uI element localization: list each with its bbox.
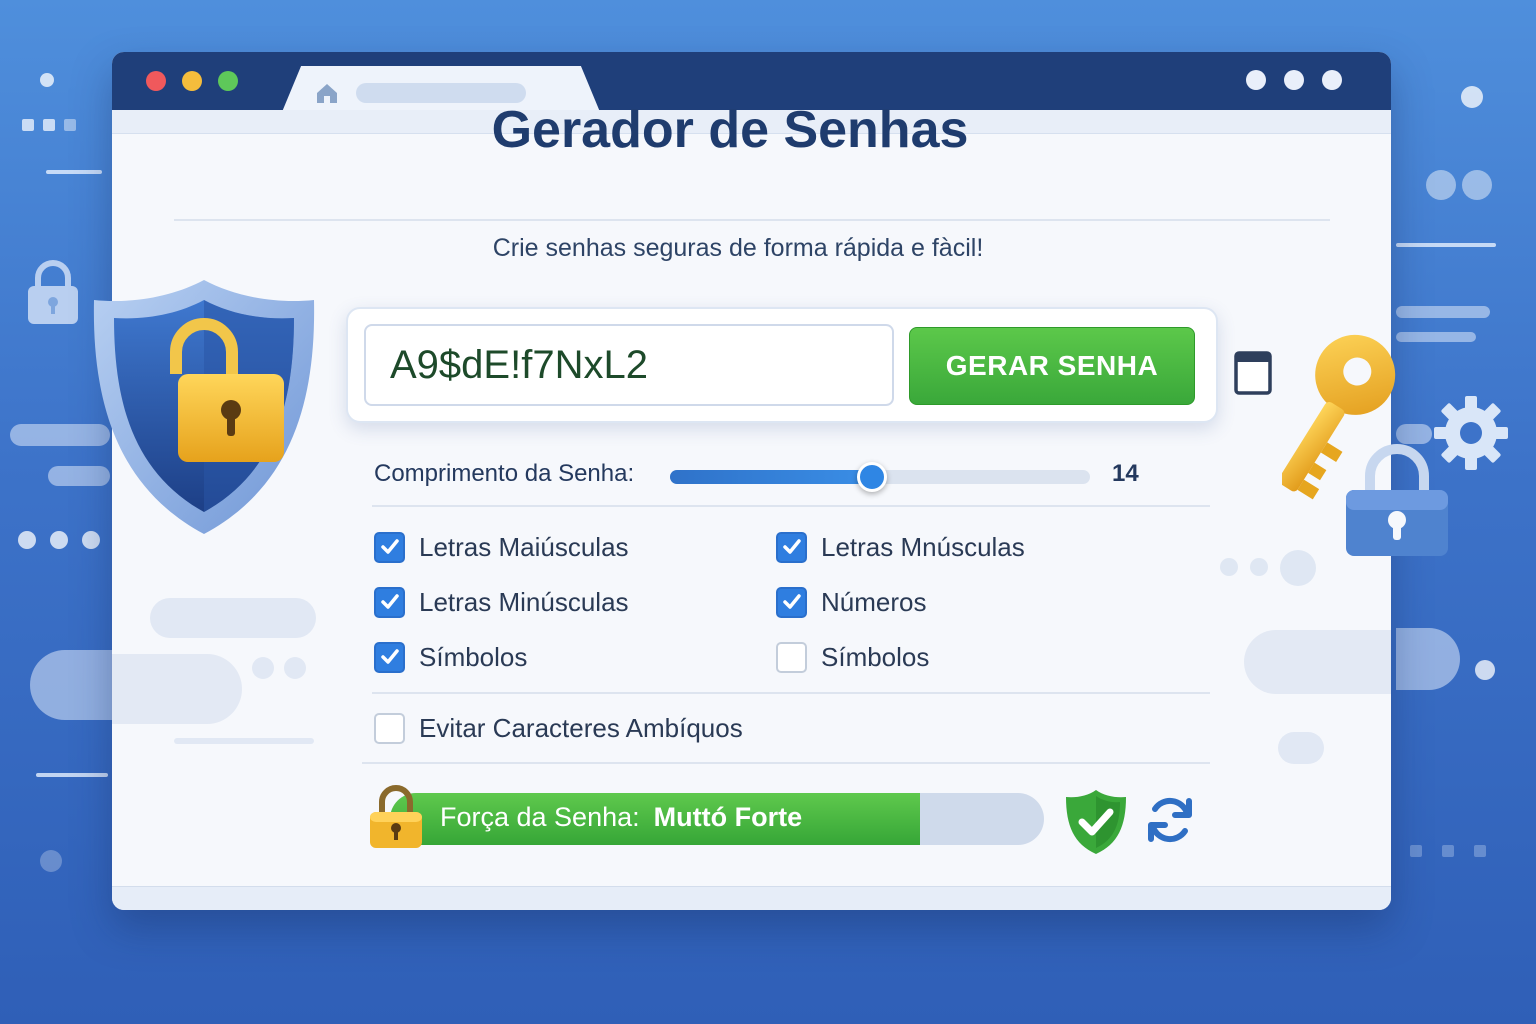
option-lowercase[interactable]: Letras Minúsculas <box>374 586 629 618</box>
avoid-ambiguous-checkbox[interactable] <box>374 712 405 744</box>
length-slider-fill <box>670 470 872 484</box>
decor-dot <box>1220 558 1238 576</box>
option-checkbox[interactable] <box>776 531 807 563</box>
length-slider-thumb[interactable] <box>856 462 887 492</box>
maximize-window-button[interactable] <box>218 71 238 91</box>
avoid-ambiguous-label: Evitar Caracteres Ambíquos <box>419 712 743 743</box>
shield-lock-icon <box>93 280 315 534</box>
padlock-icon <box>1346 444 1448 556</box>
decor-pill <box>174 738 314 744</box>
page-title: Gerador de Senhas <box>491 101 969 159</box>
section-divider <box>372 505 1210 507</box>
option-label: Letras Maiúsculas <box>419 531 629 562</box>
bg-pill <box>1396 332 1476 342</box>
option-uppercase[interactable]: Letras Maiúsculas <box>374 531 629 563</box>
decor-pill <box>150 598 316 638</box>
bg-dot <box>40 73 54 87</box>
bg-dot <box>50 531 68 549</box>
bg-dash <box>46 170 102 174</box>
decor-pill <box>1278 732 1324 764</box>
page-subtitle: Crie senhas seguras de forma rápida e fà… <box>492 234 984 262</box>
copy-icon[interactable] <box>1233 350 1273 396</box>
refresh-icon[interactable] <box>1143 793 1197 847</box>
option-checkbox[interactable] <box>776 586 807 618</box>
bg-pill <box>30 650 112 720</box>
bg-dot <box>18 531 36 549</box>
option-numbers[interactable]: Números <box>776 586 926 618</box>
menu-dot[interactable] <box>1246 70 1266 90</box>
bg-dot <box>1475 660 1495 680</box>
length-label: Comprimento da Senha: <box>374 460 635 487</box>
lock-icon <box>28 260 78 324</box>
option-label: Letras Mnúsculas <box>821 531 1025 562</box>
decor-dot <box>252 657 274 679</box>
decor-pill <box>112 654 242 724</box>
section-divider <box>362 762 1210 764</box>
option-label: Números <box>821 586 927 617</box>
bg-square <box>22 119 34 131</box>
bg-dot <box>1426 170 1456 200</box>
option-symbols[interactable]: Símbolos <box>374 641 527 673</box>
option-checkbox[interactable] <box>374 641 405 673</box>
shield-check-icon <box>1066 790 1126 854</box>
option-checkbox[interactable] <box>776 641 807 673</box>
strength-label: Força da Senha: <box>440 802 640 832</box>
section-divider <box>372 692 1210 694</box>
bg-dot <box>40 850 62 872</box>
title-divider <box>174 219 1330 221</box>
strength-value: Muttó Forte <box>653 802 803 832</box>
option-avoid-ambiguous[interactable]: Evitar Caracteres Ambíquos <box>374 712 743 744</box>
bg-pill <box>1396 306 1490 318</box>
close-window-button[interactable] <box>146 71 166 91</box>
option-lowercase-alt[interactable]: Letras Mnúsculas <box>776 531 1025 563</box>
bg-dot <box>1461 86 1483 108</box>
option-label: Letras Minúsculas <box>419 586 629 617</box>
option-label: Símbolos <box>419 641 528 672</box>
option-symbols-alt[interactable]: Símbolos <box>776 641 929 673</box>
option-checkbox[interactable] <box>374 531 405 563</box>
lock-icon <box>370 785 422 848</box>
menu-dot[interactable] <box>1322 70 1342 90</box>
status-bar <box>112 886 1391 910</box>
option-label: Símbolos <box>821 641 930 672</box>
bg-dot <box>1462 170 1492 200</box>
bg-square <box>43 119 55 131</box>
bg-square <box>1442 845 1454 857</box>
password-output-field[interactable] <box>364 324 894 406</box>
generate-password-button[interactable]: GERAR SENHA <box>909 327 1195 405</box>
bg-square <box>1410 845 1422 857</box>
bg-dash <box>36 773 108 777</box>
length-value: 14 <box>1112 460 1139 487</box>
bg-square <box>1474 845 1486 857</box>
bg-pill <box>1396 628 1460 690</box>
menu-dot[interactable] <box>1284 70 1304 90</box>
minimize-window-button[interactable] <box>182 71 202 91</box>
bg-square <box>64 119 76 131</box>
decor-pill <box>1244 630 1391 694</box>
strength-text: Força da Senha: Muttó Forte <box>440 802 802 833</box>
option-checkbox[interactable] <box>374 586 405 618</box>
decor-dot <box>1280 550 1316 586</box>
decor-dot <box>1250 558 1268 576</box>
decor-dot <box>284 657 306 679</box>
